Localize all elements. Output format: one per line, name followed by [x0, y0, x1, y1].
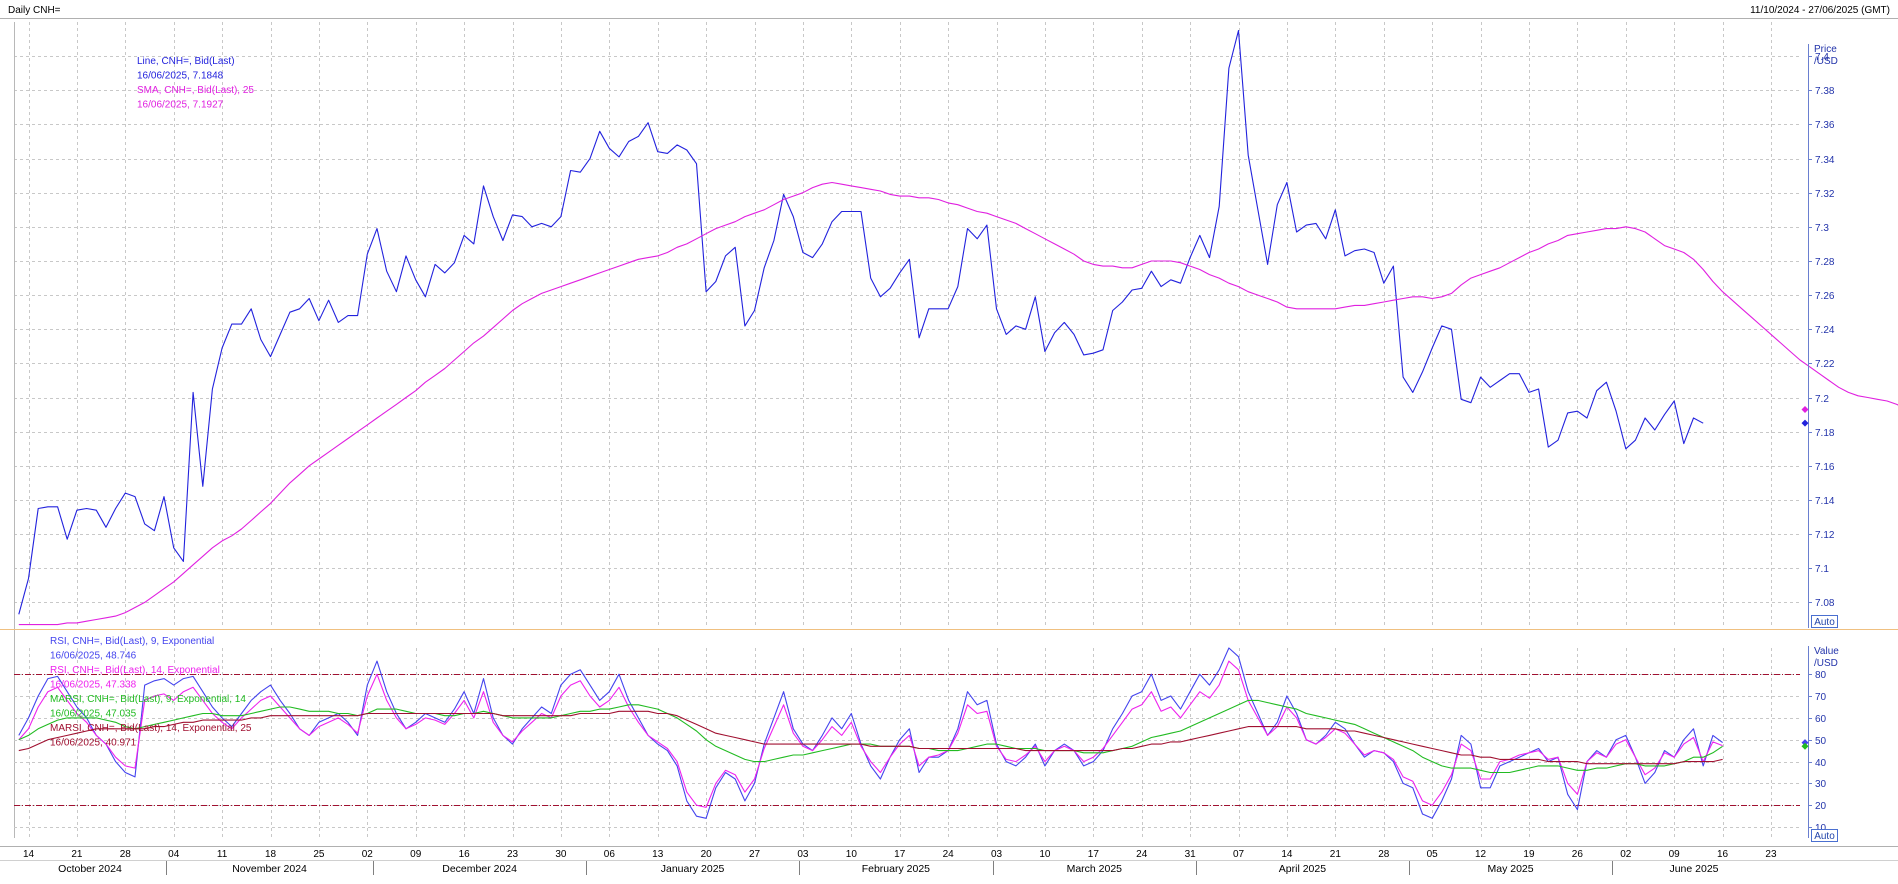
x-day-tick-35: 16 [1717, 849, 1729, 860]
price-legend-1-line-1: 16/06/2025, 7.1927 [137, 100, 224, 111]
rsi-tick-label-7: 80 [1815, 670, 1827, 681]
x-day-tick-13: 13 [652, 849, 664, 860]
x-day-tick-8: 09 [410, 849, 422, 860]
rsi-legend-1-line-0: RSI, CNH=, Bid(Last), 14, Exponential [50, 665, 220, 676]
price-tick-label-4: 7.16 [1815, 462, 1835, 473]
price-tick-label-0: 7.08 [1815, 598, 1835, 609]
price-tick-label-11: 7.3 [1815, 223, 1829, 234]
rsi-axis-title-1: /USD [1814, 658, 1838, 669]
rsi-tick-label-2: 30 [1815, 779, 1827, 790]
price-tick-label-5: 7.18 [1815, 428, 1835, 439]
x-month-label-8: June 2025 [1669, 863, 1718, 875]
price-legend-0-line-0: Line, CNH=, Bid(Last) [137, 56, 235, 67]
price-tick-label-13: 7.34 [1815, 155, 1835, 166]
price-tick-label-1: 7.1 [1815, 564, 1829, 575]
x-day-tick-2: 28 [120, 849, 132, 860]
price-tick-label-15: 7.38 [1815, 86, 1835, 97]
x-day-tick-32: 26 [1572, 849, 1584, 860]
x-month-label-3: January 2025 [661, 863, 725, 875]
x-day-tick-22: 17 [1088, 849, 1100, 860]
x-day-tick-7: 02 [362, 849, 374, 860]
rsi-legend-0-line-1: 16/06/2025, 48.746 [50, 651, 137, 662]
x-day-tick-15: 27 [749, 849, 761, 860]
x-day-tick-30: 12 [1475, 849, 1487, 860]
price-auto-button[interactable]: Auto [1811, 615, 1838, 629]
price-tick-label-3: 7.14 [1815, 496, 1835, 507]
rsi-axis-title-0: Value [1814, 646, 1839, 657]
rsi-legend-3-line-0: MARSI, CNH=, Bid(Last), 14, Exponential,… [50, 723, 252, 734]
price-tick-label-7: 7.22 [1815, 359, 1835, 370]
date-range: 11/10/2024 - 27/06/2025 (GMT) [1750, 5, 1890, 16]
rsi-tick-label-4: 50 [1815, 736, 1827, 747]
x-month-label-2: December 2024 [442, 863, 517, 875]
x-day-tick-19: 24 [943, 849, 955, 860]
x-day-tick-25: 07 [1233, 849, 1245, 860]
price-auto-label: Auto [1814, 617, 1835, 628]
rsi-auto-button[interactable]: Auto [1811, 829, 1838, 843]
x-day-tick-31: 19 [1523, 849, 1535, 860]
x-day-tick-26: 14 [1281, 849, 1293, 860]
x-day-tick-12: 06 [604, 849, 616, 860]
rsi-legend-2-line-0: MARSI, CNH=, Bid(Last), 9, Exponential, … [50, 694, 246, 705]
x-day-tick-20: 03 [991, 849, 1003, 860]
x-day-tick-1: 21 [71, 849, 83, 860]
x-day-tick-36: 23 [1765, 849, 1777, 860]
x-day-tick-21: 10 [1039, 849, 1051, 860]
x-day-tick-28: 28 [1378, 849, 1390, 860]
rsi-legend-2-line-1: 16/06/2025, 47.035 [50, 709, 137, 720]
x-month-label-6: April 2025 [1279, 863, 1326, 875]
rsi-legend-1-line-1: 16/06/2025, 47.338 [50, 680, 137, 691]
x-month-label-1: November 2024 [232, 863, 307, 875]
x-month-label-4: February 2025 [862, 863, 930, 875]
rsi-legend-0-line-0: RSI, CNH=, Bid(Last), 9, Exponential [50, 636, 214, 647]
x-day-tick-14: 20 [701, 849, 713, 860]
rsi-auto-label: Auto [1814, 831, 1835, 842]
x-month-label-7: May 2025 [1487, 863, 1533, 875]
x-day-tick-29: 05 [1427, 849, 1439, 860]
x-day-tick-11: 30 [555, 849, 567, 860]
price-tick-label-12: 7.32 [1815, 189, 1835, 200]
x-month-label-5: March 2025 [1067, 863, 1123, 875]
price-axis-title-1: /USD [1814, 56, 1838, 67]
x-day-tick-16: 03 [797, 849, 809, 860]
x-day-tick-27: 21 [1330, 849, 1342, 860]
price-tick-label-9: 7.26 [1815, 291, 1835, 302]
rsi-legend-3-line-1: 16/06/2025, 40.971 [50, 738, 137, 749]
x-day-tick-6: 25 [313, 849, 325, 860]
price-tick-label-14: 7.36 [1815, 120, 1835, 131]
x-day-tick-4: 11 [217, 849, 228, 860]
chart-canvas: Daily CNH= 11/10/2024 - 27/06/2025 (GMT)… [0, 0, 1898, 879]
price-legend-0-line-1: 16/06/2025, 7.1848 [137, 71, 224, 82]
x-day-tick-23: 24 [1136, 849, 1148, 860]
x-month-label-0: October 2024 [58, 863, 122, 875]
price-tick-label-2: 7.12 [1815, 530, 1835, 541]
x-day-tick-5: 18 [265, 849, 277, 860]
rsi-tick-label-6: 70 [1815, 692, 1827, 703]
x-day-tick-9: 16 [459, 849, 471, 860]
x-day-tick-33: 02 [1620, 849, 1632, 860]
rsi-tick-label-1: 20 [1815, 801, 1827, 812]
price-tick-label-6: 7.2 [1815, 394, 1829, 405]
chart-window: Daily CNH= 11/10/2024 - 27/06/2025 (GMT)… [0, 0, 1898, 879]
x-day-tick-24: 31 [1185, 849, 1197, 860]
x-day-tick-34: 09 [1669, 849, 1681, 860]
chart-title: Daily CNH= [8, 5, 61, 16]
rsi-tick-label-5: 60 [1815, 714, 1827, 725]
x-day-tick-18: 17 [894, 849, 906, 860]
price-legend-1-line-0: SMA, CNH=, Bid(Last), 25 [137, 85, 254, 96]
rsi-tick-label-3: 40 [1815, 758, 1827, 769]
x-day-tick-17: 10 [846, 849, 858, 860]
x-day-tick-0: 14 [23, 849, 35, 860]
price-tick-label-10: 7.28 [1815, 257, 1835, 268]
x-day-tick-3: 04 [168, 849, 180, 860]
x-day-tick-10: 23 [507, 849, 519, 860]
price-tick-label-8: 7.24 [1815, 325, 1835, 336]
price-axis-title-0: Price [1814, 44, 1837, 55]
